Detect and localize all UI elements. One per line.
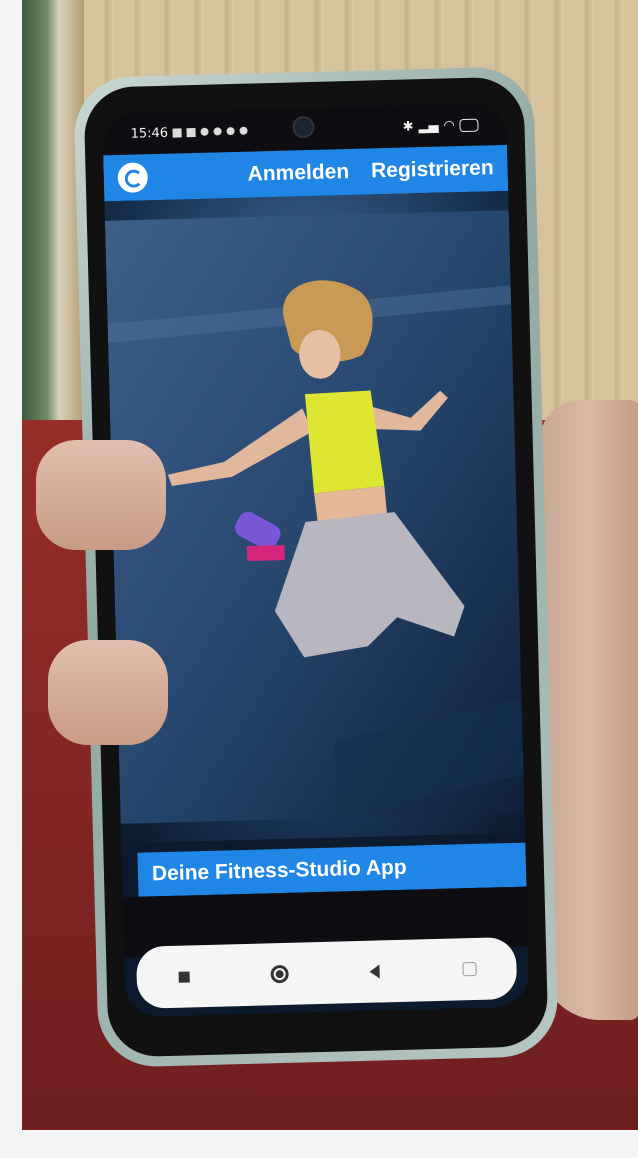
photo-scene: 15:46 ✱ ▂▄ ◠ Anmelden Registrieren Deine… xyxy=(0,0,638,1158)
square-icon xyxy=(178,970,190,983)
screen-toggle-button[interactable] xyxy=(455,955,484,984)
hero-image xyxy=(104,190,526,844)
notification-dot-icon xyxy=(239,126,249,135)
thumb xyxy=(36,440,166,550)
finger xyxy=(48,640,168,745)
calendar-notification-icon xyxy=(172,127,183,138)
notification-dot-icon xyxy=(213,127,223,136)
signal-icon: ▂▄ xyxy=(418,118,439,134)
notification-dot-icon xyxy=(226,126,236,136)
login-link[interactable]: Anmelden xyxy=(247,160,349,187)
wifi-icon: ◠ xyxy=(443,117,456,134)
battery-icon xyxy=(459,118,479,132)
caption-text: Deine Fitness-Studio App xyxy=(151,855,407,886)
bluetooth-icon: ✱ xyxy=(402,118,414,135)
triangle-back-icon xyxy=(368,964,380,979)
circle-icon xyxy=(269,964,289,984)
register-link[interactable]: Registrieren xyxy=(371,156,494,183)
phone-bezel: 15:46 ✱ ▂▄ ◠ Anmelden Registrieren Deine… xyxy=(83,76,549,1058)
system-navigation-bar xyxy=(135,936,518,1009)
image-border-left xyxy=(0,0,22,1158)
rotate-screen-icon xyxy=(461,961,477,977)
message-notification-icon xyxy=(186,127,197,137)
notification-dot-icon xyxy=(200,127,210,136)
smartphone: 15:46 ✱ ▂▄ ◠ Anmelden Registrieren Deine… xyxy=(73,66,559,1068)
home-button[interactable] xyxy=(265,960,294,989)
status-right: ✱ ▂▄ ◠ xyxy=(402,117,479,135)
image-border-bottom xyxy=(0,1130,638,1158)
status-time: 15:46 xyxy=(130,125,169,142)
recents-button[interactable] xyxy=(170,962,199,991)
jumping-dancer-illustration xyxy=(104,210,525,824)
front-camera xyxy=(292,115,315,139)
status-left: 15:46 xyxy=(130,123,249,142)
back-button[interactable] xyxy=(360,957,389,986)
app-logo-icon[interactable] xyxy=(117,162,149,194)
phone-screen: 15:46 ✱ ▂▄ ◠ Anmelden Registrieren Deine… xyxy=(102,102,530,1018)
header-nav: Anmelden Registrieren xyxy=(247,156,494,186)
